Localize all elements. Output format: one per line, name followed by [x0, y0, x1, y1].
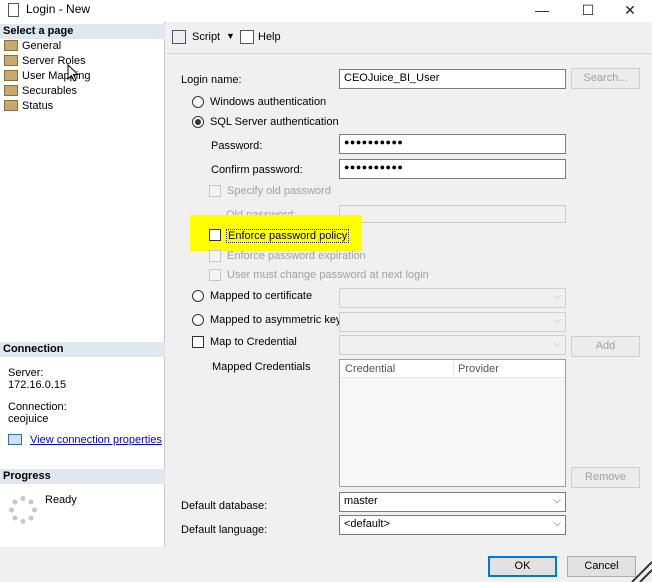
- certificate-combo[interactable]: ⌵: [339, 288, 566, 308]
- page-status[interactable]: Status: [4, 99, 53, 114]
- mapped-credentials-label: Mapped Credentials: [212, 361, 311, 373]
- mapped-certificate-radio[interactable]: [192, 290, 204, 302]
- page-icon: [4, 55, 18, 66]
- page-icon: [4, 100, 18, 111]
- view-connection-properties-link[interactable]: View connection properties: [30, 434, 162, 446]
- sql-auth-radio[interactable]: [192, 116, 204, 128]
- default-database-select[interactable]: master ⌵: [339, 492, 566, 512]
- enforce-expiration-checkbox[interactable]: [209, 250, 221, 262]
- server-label: Server:: [8, 367, 44, 379]
- sql-auth-label: SQL Server authentication: [210, 116, 339, 128]
- must-change-label: User must change password at next login: [227, 269, 429, 281]
- default-database-value: master: [344, 495, 378, 507]
- page-icon: [4, 40, 18, 51]
- left-panel: Select a page General Server Roles User …: [0, 22, 165, 547]
- connection-properties-icon: [8, 434, 22, 445]
- default-language-label: Default language:: [181, 524, 268, 536]
- mouse-cursor-icon: [67, 64, 79, 82]
- list-header: Credential Provider: [340, 360, 565, 378]
- chevron-down-icon: ⌵: [553, 315, 561, 326]
- chevron-down-icon: ⌵: [553, 495, 561, 506]
- login-name-input[interactable]: CEOJuice_BI_User: [339, 69, 566, 89]
- cancel-button[interactable]: Cancel: [567, 556, 636, 577]
- maximize-button[interactable]: ☐: [566, 0, 610, 22]
- mapped-asym-key-radio[interactable]: [192, 314, 204, 326]
- page-label: General: [22, 40, 62, 52]
- connection-value: ceojuice: [8, 413, 49, 425]
- general-page-form: Login name: CEOJuice_BI_User Search... W…: [166, 54, 652, 547]
- password-label: Password:: [211, 140, 263, 152]
- remove-button[interactable]: Remove: [571, 467, 640, 488]
- credential-combo[interactable]: ⌵: [339, 335, 566, 355]
- column-divider: [453, 362, 454, 376]
- dialog-footer: OK Cancel: [0, 547, 652, 582]
- progress-spinner-icon: [9, 496, 37, 524]
- confirm-password-input[interactable]: ●●●●●●●●●●: [339, 159, 566, 179]
- page-label: Securables: [22, 85, 78, 97]
- asym-key-combo[interactable]: ⌵: [339, 312, 566, 332]
- old-password-input[interactable]: [339, 205, 566, 223]
- map-credential-checkbox[interactable]: [192, 336, 204, 348]
- resize-grip-icon[interactable]: [628, 560, 652, 582]
- default-language-select[interactable]: <default> ⌵: [339, 515, 566, 535]
- enforce-expiration-label: Enforce password expiration: [227, 250, 366, 262]
- enforce-password-policy-label: Enforce password policy: [226, 229, 350, 243]
- default-database-label: Default database:: [181, 500, 268, 512]
- specify-old-password-label: Specify old password: [227, 185, 331, 197]
- script-label: Script: [192, 31, 221, 43]
- add-button[interactable]: Add: [571, 336, 640, 357]
- page-general[interactable]: General: [4, 39, 61, 54]
- login-name-label: Login name:: [181, 74, 242, 86]
- connection-header: Connection: [0, 342, 165, 357]
- page-label: Status: [22, 100, 54, 112]
- page-icon: [4, 70, 18, 81]
- toolbar: Script ▼ Help: [166, 22, 652, 54]
- ok-button[interactable]: OK: [488, 556, 557, 577]
- mapped-certificate-label: Mapped to certificate: [210, 290, 313, 302]
- credential-column-header[interactable]: Credential: [345, 363, 395, 375]
- specify-old-password-checkbox[interactable]: [209, 185, 221, 197]
- windows-auth-label: Windows authentication: [210, 96, 327, 108]
- chevron-down-icon: ⌵: [553, 518, 561, 529]
- mapped-asym-key-label: Mapped to asymmetric key: [210, 314, 342, 326]
- password-input[interactable]: ●●●●●●●●●●: [339, 134, 566, 154]
- server-value: 172.16.0.15: [8, 379, 67, 391]
- page-securables[interactable]: Securables: [4, 84, 77, 99]
- must-change-checkbox[interactable]: [209, 269, 221, 281]
- default-language-value: <default>: [344, 518, 390, 530]
- confirm-password-label: Confirm password:: [211, 164, 303, 176]
- window-icon: [8, 3, 19, 17]
- window-title: Login - New: [26, 2, 91, 16]
- enforce-password-policy-checkbox[interactable]: [209, 229, 221, 241]
- script-icon: [172, 30, 186, 44]
- search-button[interactable]: Search...: [571, 68, 640, 89]
- close-button[interactable]: ✕: [608, 0, 652, 22]
- mapped-credentials-list[interactable]: Credential Provider: [339, 359, 566, 487]
- connection-label: Connection:: [8, 401, 67, 413]
- progress-status: Ready: [45, 494, 77, 506]
- chevron-down-icon: ⌵: [553, 338, 561, 349]
- help-icon: [240, 30, 254, 44]
- provider-column-header[interactable]: Provider: [458, 363, 499, 375]
- progress-header: Progress: [0, 469, 165, 484]
- chevron-down-icon: ⌵: [553, 291, 561, 302]
- help-label: Help: [258, 31, 281, 43]
- map-credential-label: Map to Credential: [210, 336, 297, 348]
- page-icon: [4, 85, 18, 96]
- select-page-header: Select a page: [0, 24, 165, 39]
- windows-auth-radio[interactable]: [192, 96, 204, 108]
- page-label: User Mapping: [22, 70, 91, 82]
- minimize-button[interactable]: —: [520, 0, 564, 22]
- title-bar: Login - New — ☐ ✕: [0, 0, 652, 22]
- script-dropdown-icon[interactable]: ▼: [226, 31, 235, 41]
